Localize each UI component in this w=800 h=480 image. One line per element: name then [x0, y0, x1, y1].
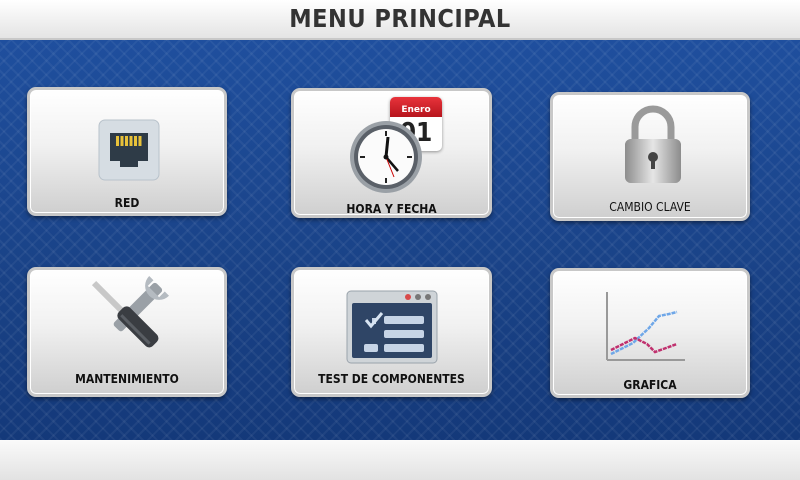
wrench-screwdriver-icon: [91, 275, 170, 348]
red-button[interactable]: RED: [27, 87, 227, 216]
page-title: MENU PRINCIPAL: [289, 4, 511, 33]
mantenimiento-button[interactable]: MANTENIMIENTO: [27, 267, 227, 397]
clock-icon: [350, 121, 422, 193]
calendar-month: Enero: [390, 97, 442, 117]
header-bar: MENU PRINCIPAL: [0, 0, 800, 40]
checklist-window-icon: [346, 290, 438, 364]
footer-bar: [0, 440, 800, 480]
grafica-label: GRAFICA: [623, 378, 677, 392]
cambio-clave-label: CAMBIO CLAVE: [609, 200, 691, 214]
red-label: RED: [114, 196, 140, 210]
hora-fecha-label: HORA Y FECHA: [346, 202, 437, 216]
ethernet-port-icon: [98, 119, 160, 181]
mantenimiento-label: MANTENIMIENTO: [75, 372, 179, 386]
hora-fecha-button[interactable]: Enero 01 HORA Y FECHA: [291, 88, 492, 218]
menu-area: RED Enero 01 HORA Y FECHA CAMBIO CLAVE M…: [0, 40, 800, 440]
padlock-icon: [625, 105, 681, 183]
line-chart-icon: [606, 292, 685, 361]
grafica-button[interactable]: GRAFICA: [550, 268, 750, 398]
cambio-clave-button[interactable]: CAMBIO CLAVE: [550, 92, 750, 221]
test-componentes-label: TEST DE COMPONENTES: [318, 372, 465, 386]
test-componentes-button[interactable]: TEST DE COMPONENTES: [291, 267, 492, 397]
